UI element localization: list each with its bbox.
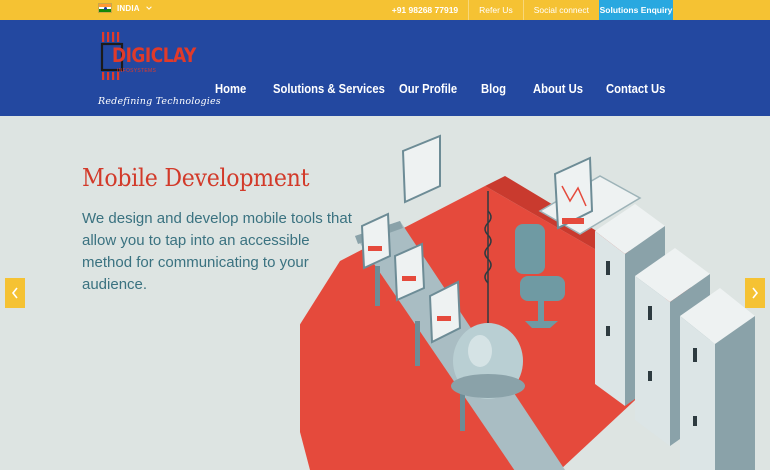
slider-next-button[interactable] bbox=[745, 278, 765, 308]
slider-prev-button[interactable] bbox=[5, 278, 25, 308]
solutions-enquiry-button[interactable]: Solutions Enquiry bbox=[599, 0, 673, 20]
social-connect-link[interactable]: Social connect bbox=[522, 0, 599, 20]
chevron-right-icon bbox=[752, 287, 759, 299]
nav-solutions-services[interactable]: Solutions & Services bbox=[273, 82, 385, 96]
logo-tagline: Redefining Technologies bbox=[98, 96, 221, 107]
country-label: INDIA bbox=[117, 3, 140, 13]
hero-slider: Mobile Development We design and develop… bbox=[0, 116, 770, 470]
top-links: +91 98268 77919 Refer Us Social connect bbox=[382, 0, 599, 20]
nav-our-profile[interactable]: Our Profile bbox=[399, 82, 457, 96]
country-selector[interactable]: INDIA bbox=[98, 3, 153, 13]
chevron-down-icon bbox=[146, 6, 152, 10]
mobile-development-illustration bbox=[300, 134, 755, 470]
site-logo[interactable]: DIGICLAY INFOSYSTEMS Redefining Technolo… bbox=[96, 24, 221, 112]
top-utility-bar: INDIA +91 98268 77919 Refer Us Social co… bbox=[0, 0, 770, 20]
site-header: DIGICLAY INFOSYSTEMS Redefining Technolo… bbox=[0, 20, 770, 116]
nav-contact-us[interactable]: Contact Us bbox=[606, 82, 665, 96]
nav-blog[interactable]: Blog bbox=[481, 82, 506, 96]
nav-about-us[interactable]: About Us bbox=[533, 82, 583, 96]
hero-description: We design and develop mobile tools that … bbox=[82, 210, 352, 293]
nav-home[interactable]: Home bbox=[215, 82, 246, 96]
refer-us-link[interactable]: Refer Us bbox=[468, 0, 523, 20]
phone-link[interactable]: +91 98268 77919 bbox=[382, 0, 468, 20]
logo-subtext: INFOSYSTEMS bbox=[117, 68, 157, 74]
logo-text: DIGICLAY bbox=[112, 44, 196, 68]
chevron-left-icon bbox=[11, 287, 18, 299]
hero-title: Mobile Development bbox=[82, 164, 310, 192]
india-flag-icon bbox=[98, 3, 112, 13]
